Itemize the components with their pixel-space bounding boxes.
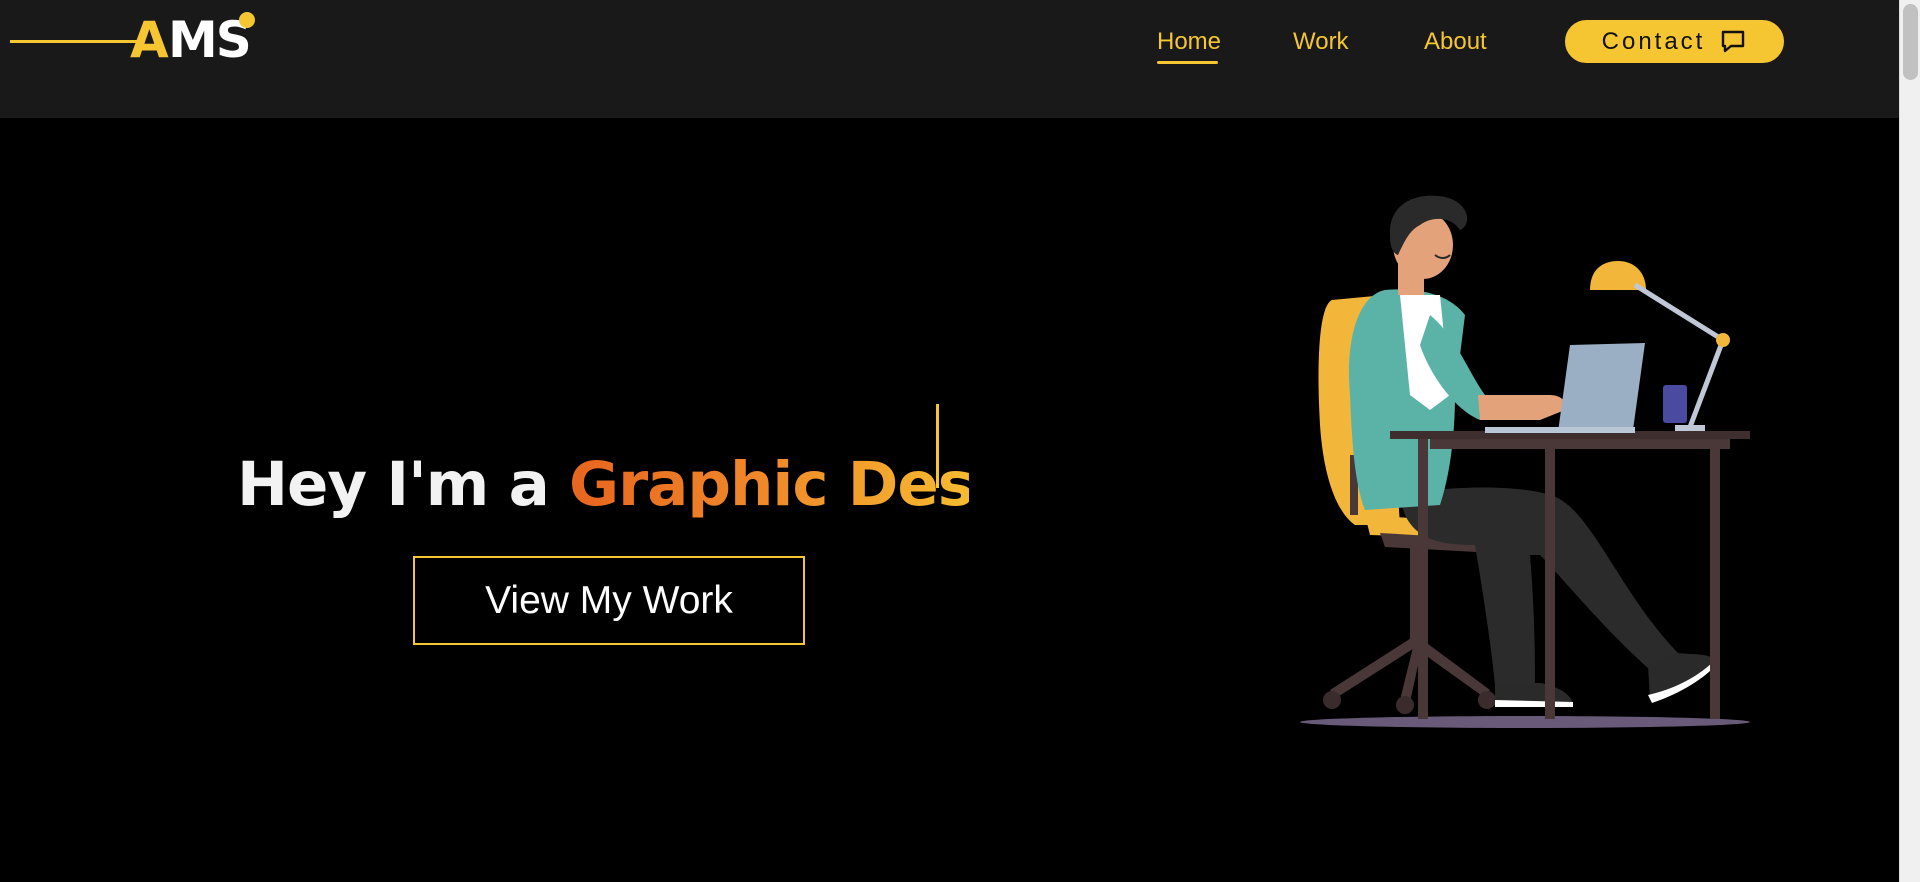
logo-letters-ms: MS bbox=[168, 11, 252, 69]
hand bbox=[1478, 395, 1566, 420]
logo-dot bbox=[239, 12, 255, 28]
logo-letter-a: A bbox=[130, 11, 169, 69]
laptop-base bbox=[1485, 427, 1635, 433]
nav-work-link[interactable]: Work bbox=[1293, 24, 1349, 60]
hero-typed-text: Graphic Designer bbox=[569, 449, 969, 520]
lamp-base bbox=[1675, 425, 1705, 431]
lamp-joint bbox=[1716, 333, 1730, 347]
typing-cursor bbox=[936, 404, 939, 488]
scrollbar[interactable] bbox=[1899, 0, 1920, 882]
hero-static-text: Hey I'm a bbox=[237, 448, 569, 520]
nav-home-link[interactable]: Home bbox=[1157, 24, 1221, 60]
logo-line bbox=[10, 40, 142, 43]
nav-about-link[interactable]: About bbox=[1424, 24, 1487, 60]
laptop-screen bbox=[1558, 343, 1645, 432]
desk-apron bbox=[1430, 439, 1730, 449]
lamp-arm bbox=[1633, 282, 1725, 343]
chair-wheel bbox=[1396, 696, 1414, 714]
chair-wheel bbox=[1323, 691, 1341, 709]
nav-active-underline bbox=[1157, 61, 1218, 64]
designer-at-desk-illustration bbox=[1300, 195, 1750, 728]
contact-button-label: Contact bbox=[1601, 27, 1706, 55]
logo[interactable]: A MS bbox=[10, 10, 255, 70]
desk-leg bbox=[1710, 439, 1720, 719]
scrollbar-thumb[interactable] bbox=[1903, 4, 1918, 80]
page: A MS Home Work About Contact Hey I'm a G… bbox=[0, 0, 1920, 882]
desk-leg bbox=[1418, 439, 1428, 719]
desk-leg bbox=[1545, 439, 1555, 719]
hero-typed-wrapper: Graphic Designer bbox=[569, 445, 969, 525]
chair-wheel bbox=[1478, 691, 1496, 709]
view-my-work-button[interactable]: View My Work bbox=[413, 556, 805, 645]
chat-bubble-icon bbox=[1722, 30, 1745, 52]
contact-button[interactable]: Contact bbox=[1563, 18, 1786, 65]
lamp-arm bbox=[1687, 339, 1726, 428]
navbar: A MS Home Work About Contact bbox=[0, 0, 1899, 118]
floor-shadow bbox=[1300, 716, 1750, 728]
hero-heading: Hey I'm a Graphic Designer bbox=[237, 445, 969, 525]
mug bbox=[1663, 385, 1687, 423]
